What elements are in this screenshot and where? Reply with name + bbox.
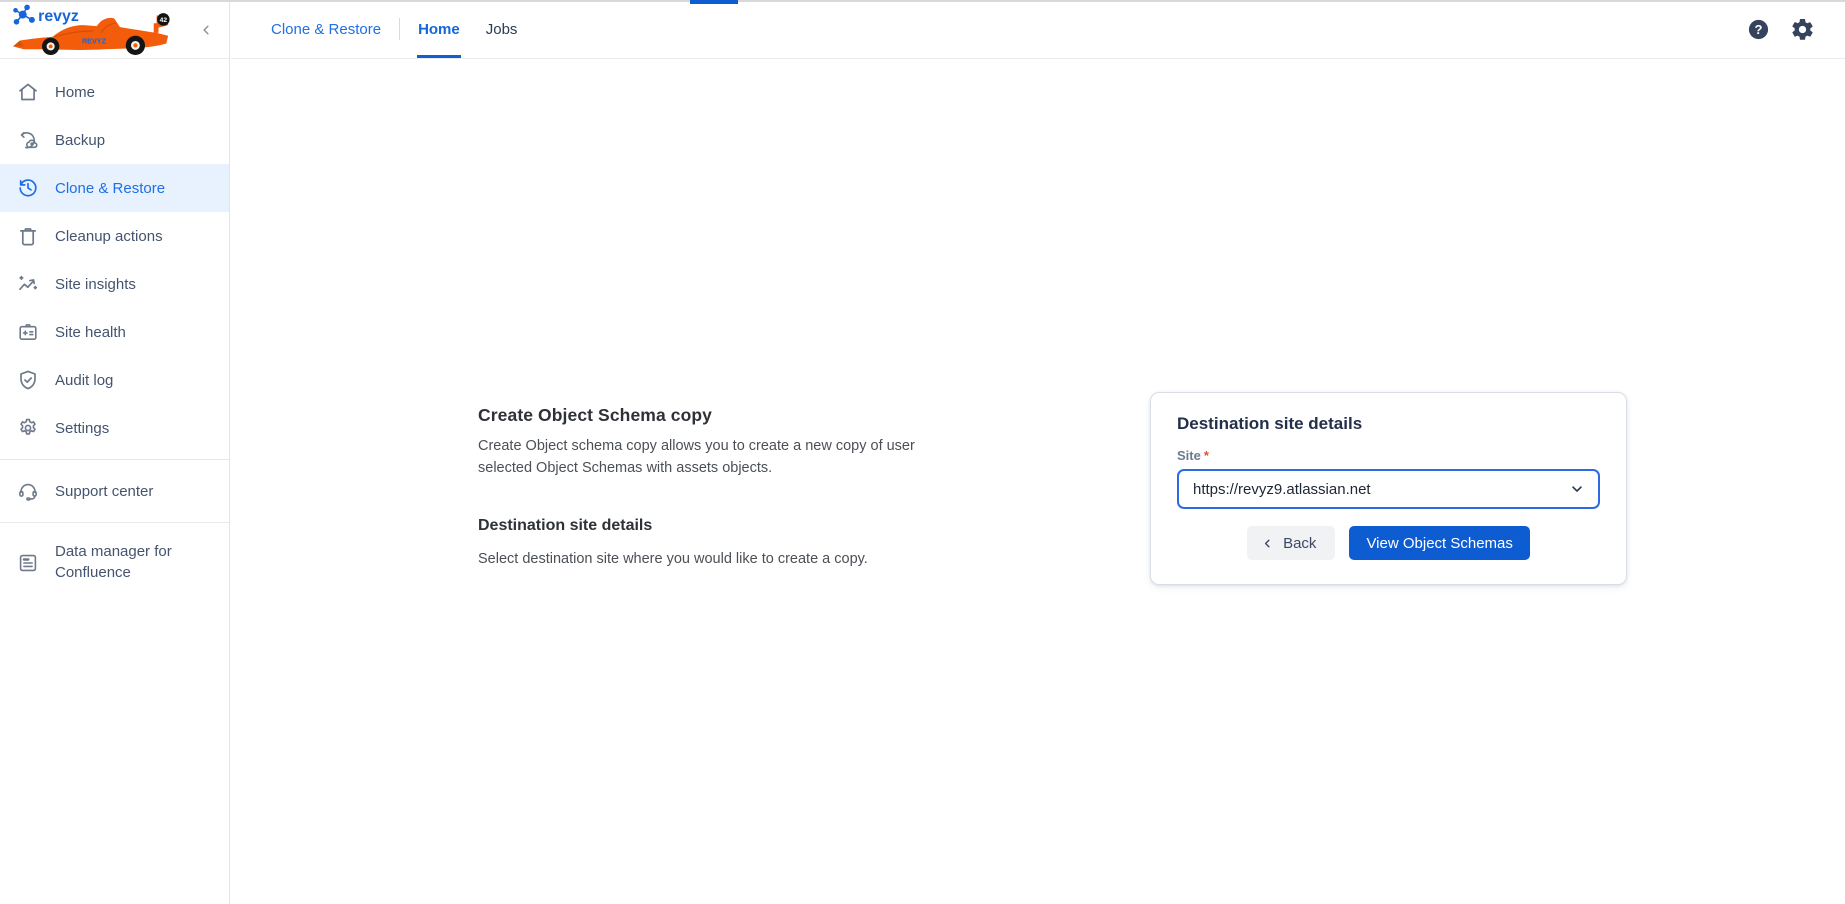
logo-row: revyz 42 REVYZ (0, 0, 229, 59)
gear-icon (1790, 17, 1815, 42)
svg-text:?: ? (1755, 21, 1763, 36)
sidebar-item-home[interactable]: Home (0, 68, 229, 116)
sidebar-divider (0, 522, 229, 523)
topbar-icons: ? (1746, 0, 1815, 58)
sidebar-collapse-button[interactable] (193, 17, 219, 43)
sidebar-item-data-manager-confluence[interactable]: Data manager for Confluence (0, 530, 229, 596)
sidebar-item-label: Data manager for Confluence (55, 542, 205, 583)
document-icon (16, 551, 40, 575)
clone-restore-icon (16, 176, 40, 200)
sidebar-item-label: Audit log (55, 372, 113, 389)
race-car-graphic: 42 REVYZ (13, 13, 169, 55)
sidebar-item-site-insights[interactable]: Site insights (0, 260, 229, 308)
breadcrumb[interactable]: Clone & Restore (271, 21, 381, 38)
sidebar-divider (0, 459, 229, 460)
home-icon (16, 80, 40, 104)
topbar-separator (399, 18, 400, 40)
help-icon: ? (1746, 17, 1771, 42)
trash-icon (16, 224, 40, 248)
sidebar-item-audit-log[interactable]: Audit log (0, 356, 229, 404)
topbar: Clone & Restore Home Jobs ? (231, 0, 1845, 59)
sidebar-item-label: Home (55, 84, 95, 101)
help-button[interactable]: ? (1746, 17, 1771, 42)
view-object-schemas-button[interactable]: View Object Schemas (1349, 526, 1529, 560)
sidebar-item-cleanup-actions[interactable]: Cleanup actions (0, 212, 229, 260)
headset-icon (16, 479, 40, 503)
card-button-row: Back View Object Schemas (1177, 526, 1600, 560)
sidebar-item-label: Support center (55, 483, 153, 500)
section-title: Destination site details (478, 517, 936, 535)
brand-name-text: revyz (38, 8, 79, 25)
chevron-left-icon (1261, 537, 1274, 550)
card-title: Destination site details (1177, 414, 1600, 434)
backup-icon (16, 128, 40, 152)
site-label-text: Site (1177, 448, 1201, 463)
back-button-label: Back (1283, 535, 1316, 552)
page-top-progress-indicator (690, 0, 738, 4)
sidebar-item-label: Settings (55, 420, 109, 437)
car-side-text: REVYZ (82, 36, 107, 45)
tab-home[interactable]: Home (417, 0, 461, 58)
sidebar-item-label: Site health (55, 324, 126, 341)
sidebar-item-settings[interactable]: Settings (0, 404, 229, 452)
main-content: Create Object Schema copy Create Object … (231, 60, 1845, 904)
sidebar-item-label: Site insights (55, 276, 136, 293)
settings-gear-icon (16, 416, 40, 440)
sidebar-item-clone-restore[interactable]: Clone & Restore (0, 164, 229, 212)
site-select-value: https://revyz9.atlassian.net (1193, 481, 1371, 498)
tab-label: Home (418, 21, 460, 38)
site-select[interactable]: https://revyz9.atlassian.net (1177, 469, 1600, 509)
chevron-down-icon (1569, 481, 1585, 497)
car-number-text: 42 (160, 17, 168, 24)
site-field-label: Site* (1177, 448, 1600, 463)
health-icon (16, 320, 40, 344)
chevron-left-icon (197, 21, 215, 39)
sidebar-nav: Home Backup Clone & Restore Cleanup acti… (0, 59, 229, 596)
sidebar-item-label: Clone & Restore (55, 180, 165, 197)
revyz-logo: revyz 42 REVYZ (12, 4, 176, 56)
page-title: Create Object Schema copy (478, 405, 936, 426)
sidebar-item-support-center[interactable]: Support center (0, 467, 229, 515)
insights-icon (16, 272, 40, 296)
section-description: Select destination site where you would … (478, 549, 936, 571)
sidebar-item-label: Backup (55, 132, 105, 149)
sidebar-item-site-health[interactable]: Site health (0, 308, 229, 356)
back-button[interactable]: Back (1247, 526, 1335, 560)
page-top-progress-track (0, 0, 1845, 2)
settings-button[interactable] (1790, 17, 1815, 42)
intro-section: Create Object Schema copy Create Object … (478, 405, 936, 570)
audit-shield-icon (16, 368, 40, 392)
sidebar-item-label: Cleanup actions (55, 228, 163, 245)
sidebar: revyz 42 REVYZ Home (0, 0, 230, 904)
tab-label: Jobs (486, 21, 518, 38)
destination-site-card: Destination site details Site* https://r… (1150, 392, 1627, 585)
tabs: Home Jobs (417, 0, 518, 58)
page-description: Create Object schema copy allows you to … (478, 436, 936, 480)
sidebar-item-backup[interactable]: Backup (0, 116, 229, 164)
tab-jobs[interactable]: Jobs (485, 0, 519, 58)
required-asterisk: * (1204, 448, 1209, 463)
view-object-schemas-label: View Object Schemas (1366, 535, 1512, 552)
